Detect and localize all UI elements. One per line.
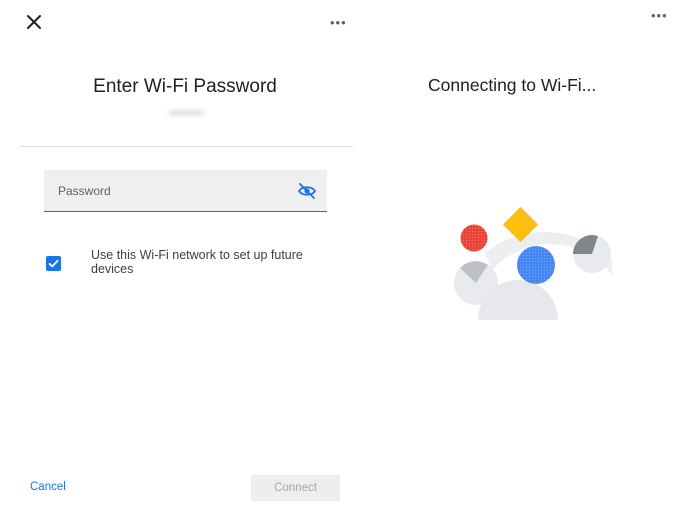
- more-options-button-right[interactable]: •••: [651, 9, 668, 22]
- more-horiz-icon: •••: [330, 15, 347, 30]
- check-icon: [48, 259, 59, 268]
- checkbox-label: Use this Wi-Fi network to set up future …: [91, 248, 303, 276]
- remember-network-checkbox[interactable]: [46, 256, 61, 271]
- visibility-off-icon: [297, 183, 317, 199]
- more-options-button[interactable]: •••: [330, 16, 347, 29]
- network-name: ••••••••: [169, 106, 203, 120]
- divider: [20, 146, 353, 147]
- connect-button[interactable]: Connect: [251, 475, 340, 501]
- visibility-toggle-button[interactable]: [297, 182, 317, 200]
- password-input[interactable]: [44, 170, 298, 211]
- connecting-status: Connecting to Wi-Fi...: [428, 75, 597, 95]
- page-title: Enter Wi-Fi Password: [93, 76, 277, 97]
- password-field[interactable]: [44, 170, 327, 212]
- connecting-illustration: [454, 206, 612, 320]
- cancel-button[interactable]: Cancel: [30, 481, 66, 493]
- close-icon: [27, 15, 41, 29]
- more-horiz-icon: •••: [651, 8, 668, 23]
- close-button[interactable]: [24, 12, 44, 32]
